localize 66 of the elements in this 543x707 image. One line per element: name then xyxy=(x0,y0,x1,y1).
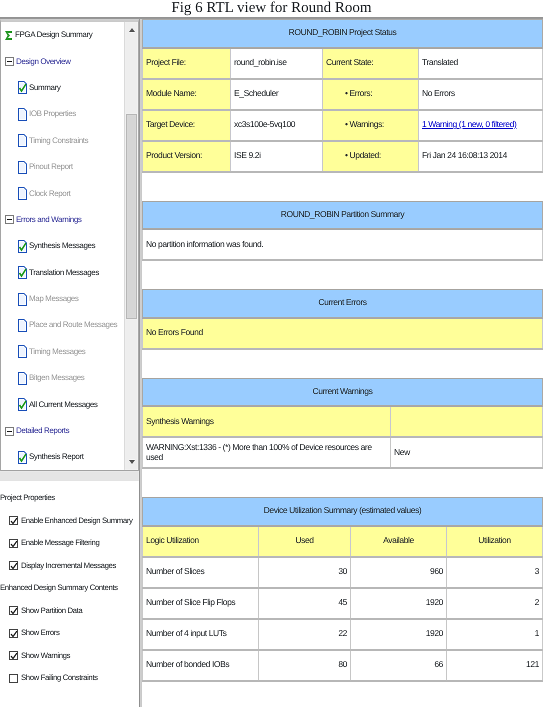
table-cell: 1920 xyxy=(350,618,446,650)
row-label: • Updated: xyxy=(322,140,418,172)
figure-caption: Fig 6 RTL view for Round Room xyxy=(170,0,373,17)
column-header: Available xyxy=(350,526,446,556)
table-cell: 2 xyxy=(446,588,542,618)
row-label: Module Name: xyxy=(142,78,230,110)
table-title: Current Warnings xyxy=(142,378,542,406)
table-cell: Number of Slices xyxy=(142,556,258,588)
sum-icon xyxy=(4,30,13,41)
row-label: Target Device: xyxy=(142,110,230,140)
checkbox[interactable] xyxy=(9,606,18,616)
table-cell: 1 xyxy=(446,618,542,650)
checkbox[interactable] xyxy=(9,516,18,526)
table-cell: No partition information was found. xyxy=(142,229,542,260)
checkbox[interactable] xyxy=(9,651,18,660)
table-cell: Number of Slice Flip Flops xyxy=(142,588,258,618)
table-cell: 1920 xyxy=(350,588,446,618)
collapse-icon[interactable] xyxy=(5,57,14,66)
table-title: ROUND_ROBIN Project Status xyxy=(142,20,542,48)
table-cell: Number of 4 input LUTs xyxy=(142,618,258,650)
table-cell: 66 xyxy=(350,650,446,680)
table-cell: 22 xyxy=(258,618,350,650)
tree-item[interactable]: Synthesis Messages xyxy=(29,240,96,252)
table-cell: 121 xyxy=(446,650,542,680)
table-cell: Translated xyxy=(418,48,542,78)
checkbox[interactable] xyxy=(9,538,18,548)
column-header: Logic Utilization xyxy=(142,526,258,556)
scroll-up-icon[interactable] xyxy=(128,26,136,34)
row-label: • Errors: xyxy=(322,78,418,110)
table-title: Device Utilization Summary (estimated values) xyxy=(142,498,542,526)
tree-item[interactable]: Synthesis Report xyxy=(29,451,84,464)
row-label: Product Version: xyxy=(142,140,230,172)
collapse-icon[interactable] xyxy=(5,426,14,436)
row-label: Synthesis Warnings xyxy=(142,406,390,437)
checkbox[interactable] xyxy=(9,561,18,570)
collapse-icon[interactable] xyxy=(5,215,14,224)
checkbox[interactable] xyxy=(9,674,18,683)
tree-item[interactable]: Summary xyxy=(29,82,60,94)
table-cell: WARNING:Xst:1336 - (*) More than 100% of Device resources are used xyxy=(142,437,390,468)
table-cell: 45 xyxy=(258,588,350,618)
column-header: Used xyxy=(258,526,350,556)
table-title: Current Errors xyxy=(142,290,542,318)
scroll-thumb[interactable] xyxy=(126,114,137,319)
table-cell: 80 xyxy=(258,650,350,680)
table-title: ROUND_ROBIN Partition Summary xyxy=(142,201,542,229)
table-cell: 30 xyxy=(258,556,350,588)
table-cell: Fri Jan 24 16:08:13 2014 xyxy=(418,140,542,172)
row-label: Project File: xyxy=(142,48,230,78)
column-header: Utilization xyxy=(446,526,542,556)
table-cell: No Errors xyxy=(418,78,542,110)
table-cell: Number of bonded IOBs xyxy=(142,650,258,680)
table-cell: No Errors Found xyxy=(142,318,542,348)
tree-item[interactable]: All Current Messages xyxy=(29,398,98,411)
tree-group[interactable]: Design Overview xyxy=(16,56,70,68)
scrollbar[interactable] xyxy=(124,22,138,470)
tree-group[interactable]: Detailed Reports xyxy=(16,425,70,438)
table-cell: 3 xyxy=(446,556,542,588)
scroll-down-icon[interactable] xyxy=(128,458,136,466)
checkbox[interactable] xyxy=(9,628,18,638)
navigator-title[interactable]: FPGA Design Summary xyxy=(15,29,92,42)
tree-item[interactable]: Translation Messages xyxy=(29,266,99,279)
tree-group[interactable]: Errors and Warnings xyxy=(16,214,82,226)
row-label: • Warnings: xyxy=(322,110,418,140)
table-cell: 960 xyxy=(350,556,446,588)
row-label: Current State: xyxy=(322,48,418,78)
table-cell: New xyxy=(390,437,542,468)
